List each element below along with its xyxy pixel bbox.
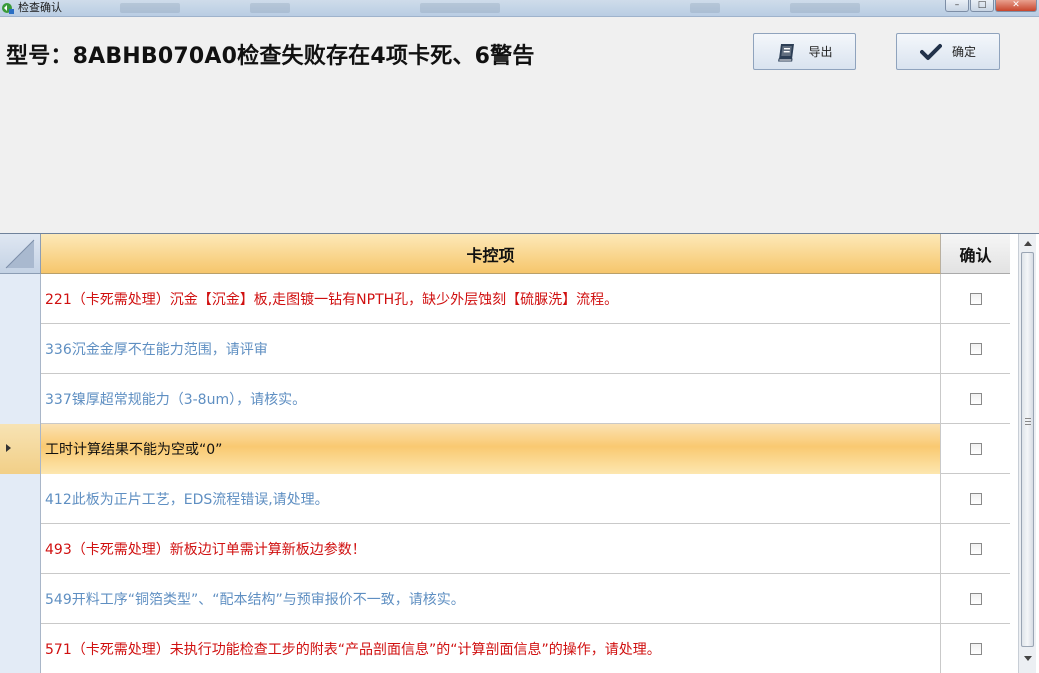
vertical-scrollbar[interactable] <box>1018 234 1036 673</box>
close-button[interactable]: ✕ <box>995 0 1037 12</box>
grid-header: 卡控项 确认 <box>0 234 1010 274</box>
scroll-down-button[interactable] <box>1020 650 1035 666</box>
confirm-checkbox[interactable] <box>969 493 982 505</box>
row-selector[interactable] <box>0 624 41 673</box>
row-item-text[interactable]: 493（卡死需处理）新板边订单需计算新板边参数！ <box>41 524 941 574</box>
confirm-checkbox[interactable] <box>969 443 982 455</box>
row-item-text[interactable]: 工时计算结果不能为空或“0” <box>41 424 941 474</box>
maximize-button[interactable]: □ <box>970 0 994 12</box>
table-row[interactable]: 336沉金金厚不在能力范围，请评审 <box>0 324 1010 374</box>
select-all-corner[interactable] <box>0 234 41 274</box>
confirm-checkbox[interactable] <box>969 593 982 605</box>
confirm-cell <box>941 274 1010 324</box>
background-ghost <box>250 3 290 13</box>
background-ghost <box>420 3 500 13</box>
row-selector[interactable] <box>0 574 41 624</box>
row-selector[interactable] <box>0 274 41 324</box>
confirm-cell <box>941 424 1010 474</box>
confirm-cell <box>941 624 1010 673</box>
table-row[interactable]: 337镍厚超常规能力（3-8um），请核实。 <box>0 374 1010 424</box>
ok-button[interactable]: 确定 <box>896 33 1000 70</box>
scroll-up-icon <box>1023 240 1032 246</box>
current-row-arrow-icon <box>6 444 11 452</box>
book-icon <box>778 43 795 61</box>
scroll-down-icon <box>1023 655 1032 661</box>
export-button[interactable]: 导出 <box>753 33 856 70</box>
confirm-checkbox[interactable] <box>969 543 982 555</box>
confirm-cell <box>941 524 1010 574</box>
row-item-text[interactable]: 412此板为正片工艺，EDS流程错误,请处理。 <box>41 474 941 524</box>
row-item-text[interactable]: 571（卡死需处理）未执行功能检查工步的附表“产品剖面信息”的“计算剖面信息”的… <box>41 624 941 673</box>
table-row[interactable]: 412此板为正片工艺，EDS流程错误,请处理。 <box>0 474 1010 524</box>
background-ghost <box>790 3 860 13</box>
export-label: 导出 <box>808 45 833 59</box>
ok-label: 确定 <box>951 45 976 59</box>
row-item-text[interactable]: 549开料工序“铜箔类型”、“配本结构”与预审报价不一致，请核实。 <box>41 574 941 624</box>
row-selector[interactable] <box>0 374 41 424</box>
background-ghost <box>120 3 180 13</box>
row-selector[interactable] <box>0 324 41 374</box>
header-panel: 型号：8ABHB070A0检查失败存在4项卡死、6警告 导出 确定 <box>0 18 1039 233</box>
row-item-text[interactable]: 221（卡死需处理）沉金【沉金】板,走图镀一钻有NPTH孔，缺少外层蚀刻【硫脲洗… <box>41 274 941 324</box>
column-header-item[interactable]: 卡控项 <box>41 234 941 274</box>
row-selector[interactable] <box>0 424 41 474</box>
column-header-confirm[interactable]: 确认 <box>941 234 1010 274</box>
checkmark-icon <box>919 43 942 60</box>
minimize-button[interactable]: – <box>945 0 969 12</box>
check-items-grid: 卡控项 确认 221（卡死需处理）沉金【沉金】板,走图镀一钻有NPTH孔，缺少外… <box>0 233 1039 673</box>
confirm-checkbox[interactable] <box>969 343 982 355</box>
row-selector[interactable] <box>0 524 41 574</box>
page-title: 型号：8ABHB070A0检查失败存在4项卡死、6警告 <box>6 44 535 69</box>
table-row[interactable]: 549开料工序“铜箔类型”、“配本结构”与预审报价不一致，请核实。 <box>0 574 1010 624</box>
table-row[interactable]: 571（卡死需处理）未执行功能检查工步的附表“产品剖面信息”的“计算剖面信息”的… <box>0 624 1010 673</box>
confirm-cell <box>941 374 1010 424</box>
confirm-cell <box>941 574 1010 624</box>
window-controls: – □ ✕ <box>945 0 1037 13</box>
row-item-text[interactable]: 337镍厚超常规能力（3-8um），请核实。 <box>41 374 941 424</box>
window-title: 检查确认 <box>18 1 62 14</box>
title-bar: 检查确认 – □ ✕ <box>0 0 1039 17</box>
grip-icon <box>1025 418 1031 425</box>
confirm-checkbox[interactable] <box>969 643 982 655</box>
scroll-thumb[interactable] <box>1021 252 1034 647</box>
table-row[interactable]: 工时计算结果不能为空或“0” <box>0 424 1010 474</box>
confirm-cell <box>941 474 1010 524</box>
app-icon <box>2 3 14 14</box>
confirm-cell <box>941 324 1010 374</box>
grid-rows: 221（卡死需处理）沉金【沉金】板,走图镀一钻有NPTH孔，缺少外层蚀刻【硫脲洗… <box>0 274 1010 673</box>
table-row[interactable]: 221（卡死需处理）沉金【沉金】板,走图镀一钻有NPTH孔，缺少外层蚀刻【硫脲洗… <box>0 274 1010 324</box>
confirm-checkbox[interactable] <box>969 393 982 405</box>
row-item-text[interactable]: 336沉金金厚不在能力范围，请评审 <box>41 324 941 374</box>
row-selector[interactable] <box>0 474 41 524</box>
table-row[interactable]: 493（卡死需处理）新板边订单需计算新板边参数！ <box>0 524 1010 574</box>
corner-triangle-icon <box>5 239 35 269</box>
background-ghost <box>690 3 720 13</box>
confirm-checkbox[interactable] <box>969 293 982 305</box>
scroll-up-button[interactable] <box>1020 235 1035 251</box>
